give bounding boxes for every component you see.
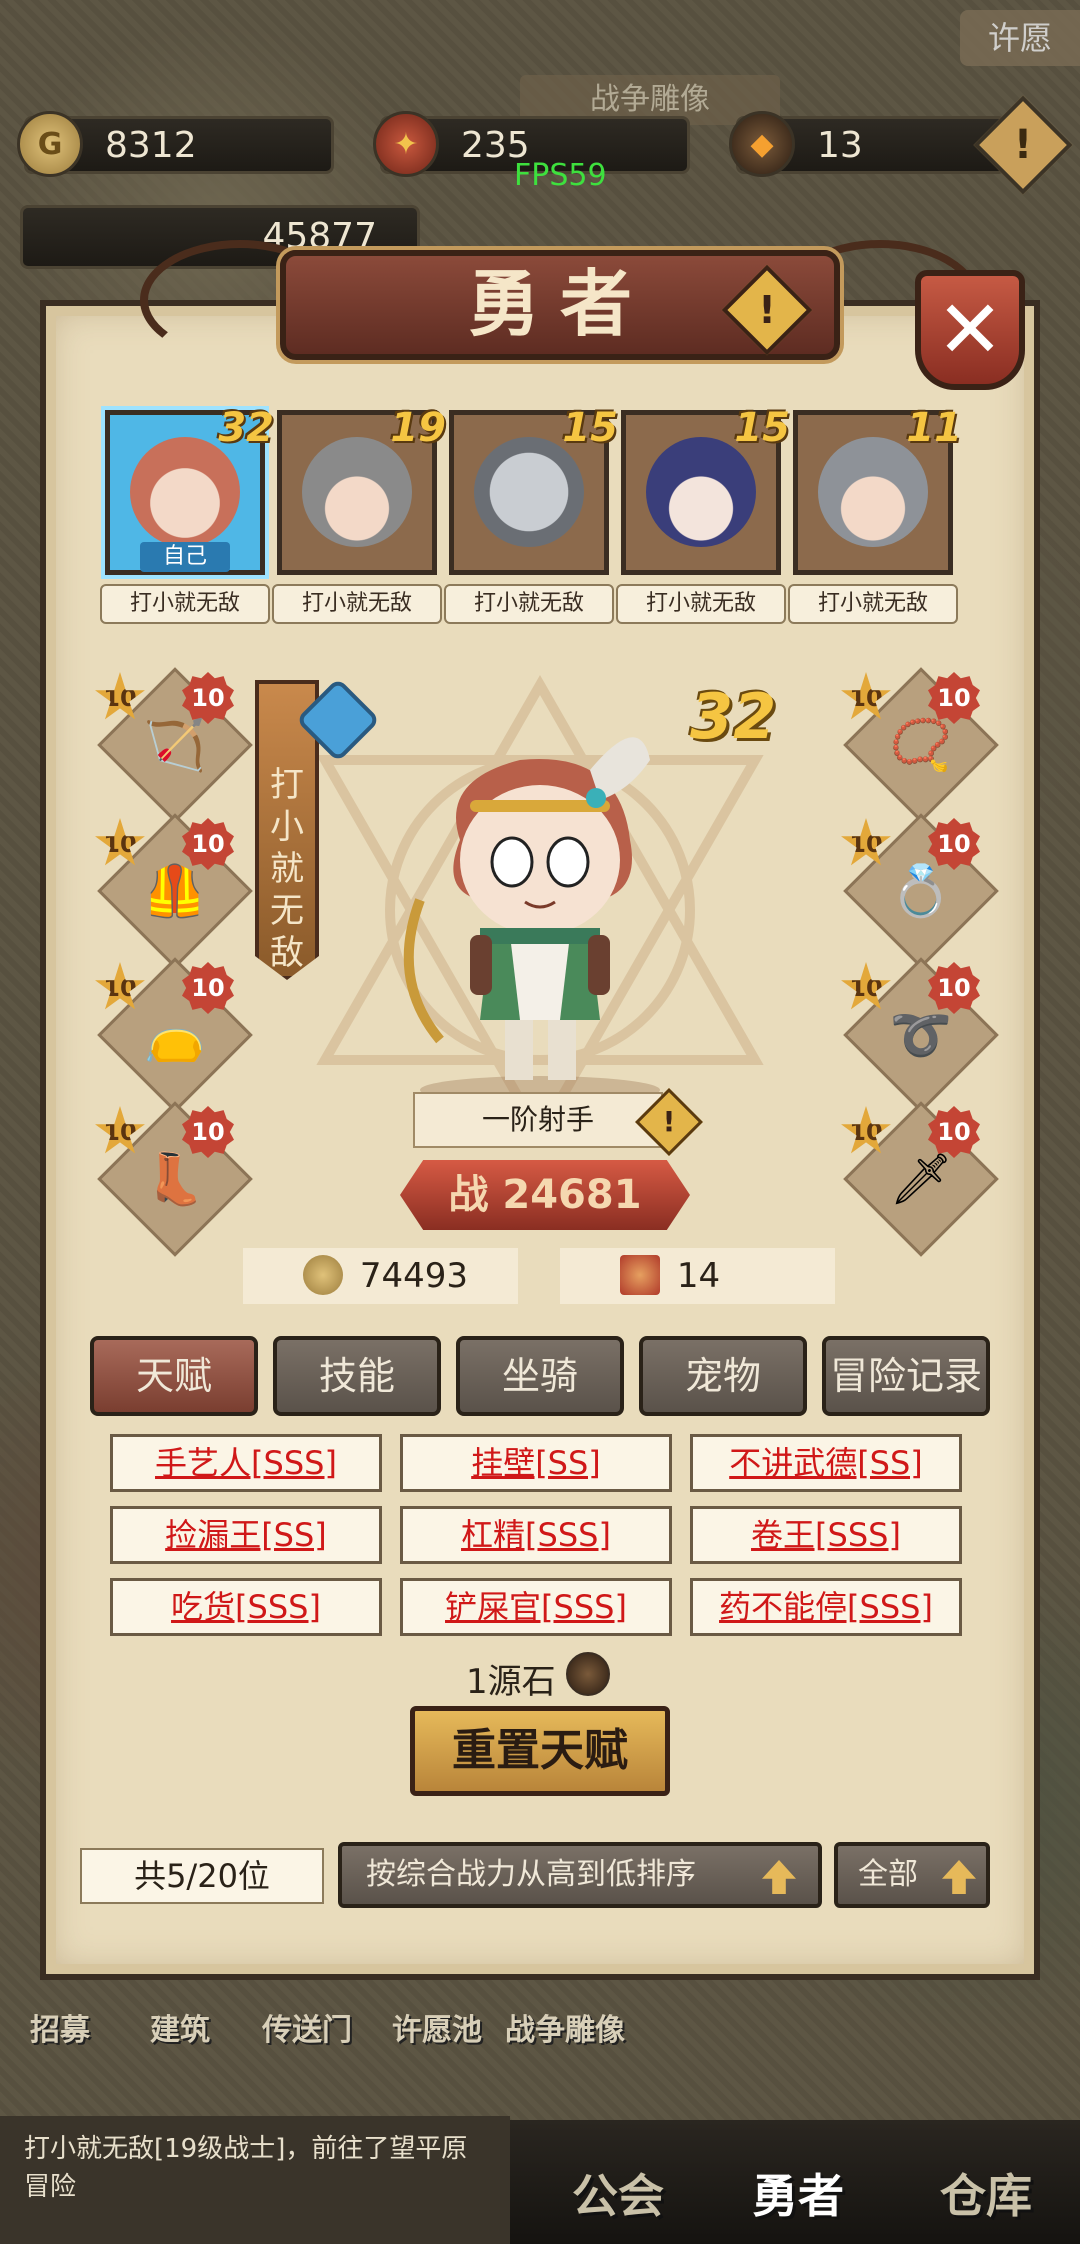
hero-level: 32 — [218, 405, 274, 451]
hero-name-label: 打小就无敌 — [444, 584, 614, 624]
nav-building[interactable]: 建筑 — [150, 2005, 210, 2049]
hero-power-badge: 战 24681 — [400, 1160, 690, 1230]
talent-link[interactable]: 吃货[SSS] — [110, 1578, 382, 1636]
hero-scrolls-value: 14 — [676, 1256, 721, 1296]
event-message: 打小就无敌[19级战士]，前往了望平原冒险 — [0, 2116, 510, 2244]
source-stone-icon: ◆ — [729, 111, 795, 177]
talent-link[interactable]: 手艺人[SSS] — [110, 1434, 382, 1492]
close-button[interactable]: ✕ — [915, 270, 1025, 390]
exclamation-icon: ! — [758, 288, 776, 332]
hero-card[interactable]: 15 — [621, 405, 790, 575]
nav-portal[interactable]: 传送门 — [262, 2005, 352, 2049]
hero-card[interactable]: 15 — [449, 405, 618, 575]
sort-label: 按综合战力从高到低排序 — [366, 1857, 696, 1892]
wish-button[interactable]: 许愿 — [960, 10, 1080, 66]
hero-level: 15 — [734, 405, 790, 451]
exclamation-icon: ! — [1013, 122, 1033, 168]
talent-link[interactable]: 不讲武德[SS] — [690, 1434, 962, 1492]
tab-talent[interactable]: 天赋 — [90, 1336, 258, 1416]
power-value: 24681 — [502, 1172, 642, 1218]
hero-card[interactable]: 32 自己 — [105, 405, 274, 575]
scroll-icon — [620, 1254, 660, 1295]
coin-icon — [303, 1254, 343, 1295]
hero-level: 15 — [562, 405, 618, 451]
arrow-up-icon — [942, 1860, 976, 1894]
talent-link[interactable]: 铲屎官[SSS] — [400, 1578, 672, 1636]
sort-button[interactable]: 按综合战力从高到低排序 — [338, 1842, 822, 1908]
hero-name-label: 打小就无敌 — [788, 584, 958, 624]
power-label: 战 — [448, 1172, 489, 1218]
hero-class-label: 一阶射手 — [413, 1092, 663, 1148]
filter-label: 全部 — [858, 1857, 918, 1892]
nav-recruit[interactable]: 招募 — [30, 2005, 90, 2049]
talent-link[interactable]: 药不能停[SSS] — [690, 1578, 962, 1636]
hero-card[interactable]: 11 — [793, 405, 962, 575]
fps-counter: FPS59 — [514, 158, 607, 193]
nav-warehouse[interactable]: 仓库 — [940, 2160, 1032, 2226]
filter-button[interactable]: 全部 — [834, 1842, 990, 1908]
hero-portrait — [302, 437, 412, 547]
stone-value: 13 — [817, 124, 863, 166]
hero-gold: 74493 — [243, 1248, 518, 1304]
hero-scrolls: 14 — [560, 1248, 835, 1304]
stone-counter: ◆ 13 — [729, 111, 1006, 177]
talent-link[interactable]: 挂壁[SS] — [400, 1434, 672, 1492]
coin-value: 8312 — [105, 124, 197, 166]
tab-adventure-log[interactable]: 冒险记录 — [822, 1336, 990, 1416]
nav-war-statue[interactable]: 战争雕像 — [505, 2005, 625, 2049]
nav-guild[interactable]: 公会 — [572, 2160, 664, 2226]
hero-count: 共5/20位 — [80, 1848, 324, 1904]
talent-link[interactable]: 卷王[SSS] — [690, 1506, 962, 1564]
arrow-up-icon — [762, 1860, 796, 1894]
exclamation-icon: ! — [662, 1105, 676, 1138]
nav-heroes[interactable]: 勇者 — [752, 2160, 844, 2226]
reset-talent-button[interactable]: 重置天赋 — [410, 1706, 670, 1796]
talent-link[interactable]: 杠精[SSS] — [400, 1506, 672, 1564]
hero-portrait — [130, 437, 240, 547]
reset-cost: 1源石 — [466, 1662, 556, 1702]
tab-pet[interactable]: 宠物 — [639, 1336, 807, 1416]
self-tag: 自己 — [140, 542, 230, 572]
gem-icon: ✦ — [373, 111, 439, 177]
hero-level: 11 — [906, 405, 962, 451]
hero-portrait — [646, 437, 756, 547]
hero-card[interactable]: 19 — [277, 405, 446, 575]
tab-mount[interactable]: 坐骑 — [456, 1336, 624, 1416]
archer-hero-figure — [403, 737, 660, 1100]
hero-name-label: 打小就无敌 — [100, 584, 270, 624]
hero-gold-value: 74493 — [359, 1256, 468, 1296]
source-stone-icon — [566, 1652, 610, 1696]
coin-icon: G — [17, 111, 83, 177]
coin-counter: G 8312 — [17, 111, 334, 177]
hero-name-label: 打小就无敌 — [272, 584, 442, 624]
hero-level: 19 — [390, 405, 446, 451]
talent-link[interactable]: 捡漏王[SS] — [110, 1506, 382, 1564]
tab-skills[interactable]: 技能 — [273, 1336, 441, 1416]
hero-portrait — [474, 437, 584, 547]
hero-portrait — [818, 437, 928, 547]
selected-hero-level: 32 — [690, 680, 777, 753]
hero-name-label: 打小就无敌 — [616, 584, 786, 624]
nav-wishing-well[interactable]: 许愿池 — [392, 2005, 482, 2049]
